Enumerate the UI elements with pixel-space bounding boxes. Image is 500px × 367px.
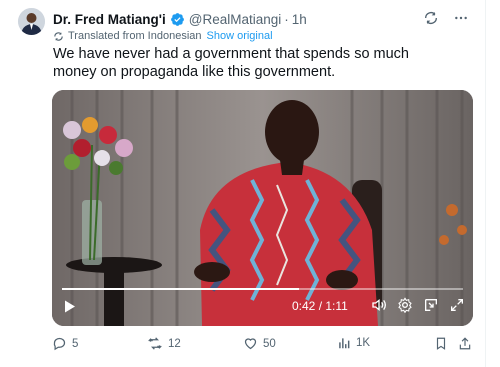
share-button[interactable] [458,336,472,351]
bookmark-button[interactable] [434,336,448,351]
separator-dot: · [284,11,289,27]
like-button[interactable]: 50 [243,336,276,351]
reply-icon [53,337,66,351]
translation-label: Translated from Indonesian [68,30,202,42]
user-handle[interactable]: @RealMatiangi [189,12,282,27]
share-icon [459,337,471,350]
verified-badge-icon[interactable] [170,12,185,27]
video-player[interactable]: 0:42 / 1:11 [52,90,473,326]
views-count: 1K [356,337,371,349]
avatar[interactable] [18,8,45,35]
video-progress-bar[interactable] [62,288,463,290]
play-icon[interactable] [64,300,76,313]
tweet-header: Dr. Fred Matiang'i @RealMatiangi · 1h [53,10,307,28]
reply-count: 5 [72,337,79,350]
reply-button[interactable]: 5 [52,336,78,351]
tweet-actions: 5 12 50 1K [52,336,474,356]
grok-icon[interactable] [423,10,439,26]
fullscreen-icon[interactable] [449,297,465,313]
settings-icon[interactable] [397,297,413,313]
tweet[interactable]: Dr. Fred Matiang'i @RealMatiangi · 1h Tr… [0,0,486,367]
more-icon[interactable] [453,10,469,26]
header-actions [423,10,469,26]
like-count: 50 [263,337,276,350]
video-timecode: 0:42 / 1:11 [292,299,348,313]
views-button[interactable]: 1K [337,336,370,350]
translation-note: Translated from Indonesian Show original [53,30,273,42]
show-original-link[interactable]: Show original [207,30,273,42]
timestamp[interactable]: 1h [292,12,307,27]
display-name[interactable]: Dr. Fred Matiang'i [53,12,166,27]
views-icon [339,338,350,349]
avatar-image [18,8,45,35]
repost-button[interactable]: 12 [147,336,181,351]
volume-icon[interactable] [371,297,387,313]
like-icon [244,338,257,350]
tweet-text: We have never had a government that spen… [53,46,410,80]
translate-icon [54,31,63,41]
video-progress-fill [62,288,299,290]
bookmark-icon [436,337,446,350]
video-controls: 0:42 / 1:11 [52,286,473,326]
repost-icon [148,337,162,350]
repost-count: 12 [168,337,181,350]
video-control-icons [371,297,465,313]
pip-icon[interactable] [423,297,439,313]
